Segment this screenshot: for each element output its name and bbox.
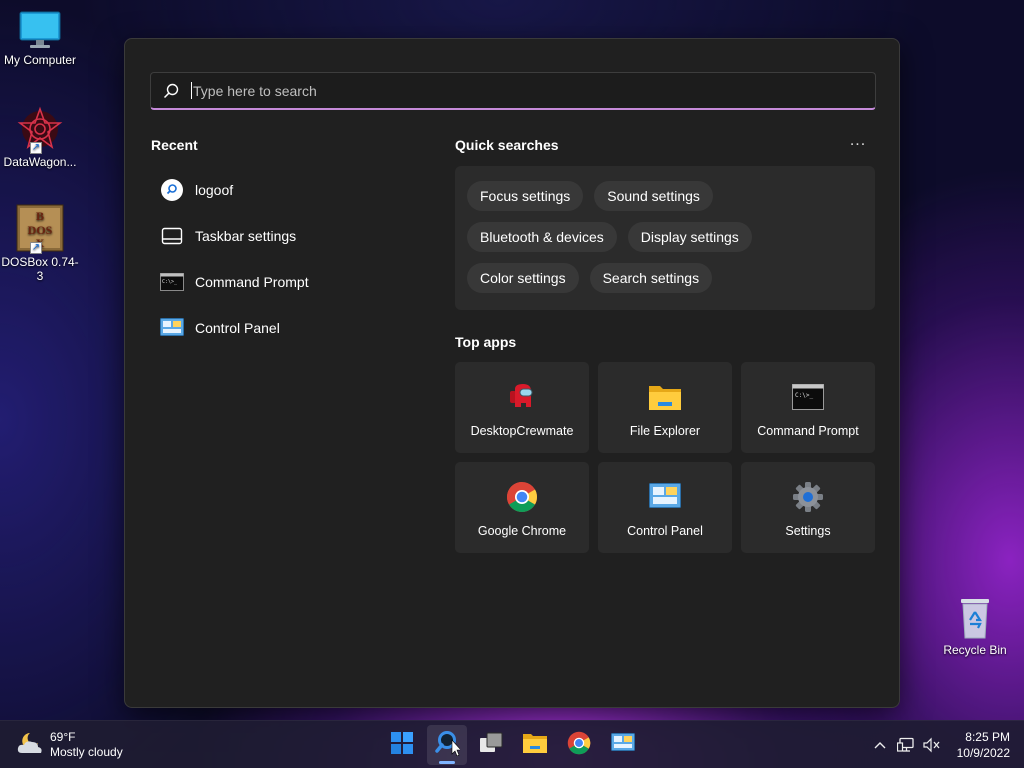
gear-icon	[791, 480, 825, 514]
recent-item-label: logoof	[195, 182, 234, 198]
search-icon	[159, 179, 185, 201]
command-prompt-icon: C:\>_	[791, 380, 825, 414]
text-caret	[191, 82, 192, 99]
control-panel-icon	[159, 317, 185, 339]
file-explorer-taskbar-button[interactable]	[515, 725, 555, 765]
app-tile-control-panel[interactable]: Control Panel	[598, 462, 732, 553]
cloud-moon-icon	[16, 731, 44, 760]
recent-title: Recent	[151, 137, 198, 153]
desktop-icon-my-computer[interactable]: My Computer	[0, 10, 80, 67]
folder-icon	[648, 380, 682, 414]
quick-searches-box: Focus settings Sound settings Bluetooth …	[455, 166, 875, 310]
datawagon-icon: ↗	[16, 106, 64, 154]
task-view-button[interactable]	[471, 725, 511, 765]
control-panel-icon	[611, 732, 635, 758]
command-prompt-icon: C:\>_	[159, 271, 185, 293]
app-tile-google-chrome[interactable]: Google Chrome	[455, 462, 589, 553]
windows-logo-icon	[391, 731, 413, 759]
control-panel-taskbar-button[interactable]	[603, 725, 643, 765]
app-tile-label: Control Panel	[627, 524, 703, 538]
network-icon[interactable]	[894, 733, 918, 757]
recent-item-label: Command Prompt	[195, 274, 309, 290]
weather-widget[interactable]: 69°F Mostly cloudy	[16, 730, 123, 760]
svg-text:C:\>_: C:\>_	[162, 279, 178, 285]
recent-item-control-panel[interactable]: Control Panel	[151, 305, 421, 351]
desktop-icon-dosbox[interactable]: B DOS X ↗ DOSBox 0.74-3	[0, 204, 80, 283]
start-button[interactable]	[382, 725, 422, 765]
desktop-icon-label: Recycle Bin	[943, 643, 1007, 657]
recent-item-label: Control Panel	[195, 320, 280, 336]
desktop-icon-datawagon[interactable]: ↗ DataWagon...	[0, 106, 80, 169]
desktop-icon-label: DataWagon...	[3, 155, 77, 169]
taskbar: 69°F Mostly cloudy 8:25 PM 10/9/2022	[0, 720, 1024, 768]
system-tray: 8:25 PM 10/9/2022	[867, 721, 1024, 768]
control-panel-icon	[648, 480, 682, 514]
app-tile-label: Google Chrome	[477, 524, 567, 538]
clock[interactable]: 8:25 PM 10/9/2022	[957, 729, 1010, 761]
svg-text:DOS: DOS	[28, 223, 53, 237]
volume-muted-icon[interactable]	[920, 733, 944, 757]
top-apps-title: Top apps	[455, 334, 517, 350]
recent-item-label: Taskbar settings	[195, 228, 297, 244]
clock-time: 8:25 PM	[965, 730, 1010, 744]
app-tile-label: Command Prompt	[757, 424, 859, 438]
quick-searches-title: Quick searches	[455, 137, 559, 153]
svg-text:B: B	[36, 209, 44, 223]
taskbar-icon	[159, 225, 185, 247]
top-apps-grid: DesktopCrewmate File Explorer C:\>_ Comm…	[455, 362, 875, 553]
task-view-icon	[479, 732, 503, 759]
chip-sound-settings[interactable]: Sound settings	[594, 181, 713, 211]
app-tile-command-prompt[interactable]: C:\>_ Command Prompt	[741, 362, 875, 453]
shortcut-arrow-icon: ↗	[30, 242, 42, 254]
desktop-icon-label: My Computer	[3, 53, 77, 67]
more-options-button[interactable]: ...	[845, 133, 871, 155]
search-input[interactable]	[193, 82, 875, 99]
search-taskbar-button[interactable]	[427, 725, 467, 765]
app-tile-label: DesktopCrewmate	[470, 424, 574, 438]
chip-focus-settings[interactable]: Focus settings	[467, 181, 584, 211]
svg-text:C:\>_: C:\>_	[795, 392, 813, 399]
chip-display-settings[interactable]: Display settings	[627, 222, 752, 252]
search-icon	[151, 83, 191, 99]
app-tile-label: Settings	[785, 524, 831, 538]
weather-temp: 69°F	[50, 730, 76, 744]
dosbox-icon: B DOS X ↗	[16, 204, 64, 254]
search-box[interactable]	[150, 72, 876, 110]
chip-color-settings[interactable]: Color settings	[467, 263, 579, 293]
app-tile-desktopcrewmate[interactable]: DesktopCrewmate	[455, 362, 589, 453]
recent-item-taskbar-settings[interactable]: Taskbar settings	[151, 213, 421, 259]
shortcut-arrow-icon: ↗	[30, 142, 42, 154]
chrome-icon	[505, 480, 539, 514]
chrome-icon	[567, 731, 591, 760]
recent-list: logoof Taskbar settings C:\>_ Command Pr…	[151, 167, 421, 351]
weather-condition: Mostly cloudy	[50, 745, 123, 759]
recent-item-command-prompt[interactable]: C:\>_ Command Prompt	[151, 259, 421, 305]
chip-search-settings[interactable]: Search settings	[589, 263, 713, 293]
recent-item-logoof[interactable]: logoof	[151, 167, 421, 213]
clock-date: 10/9/2022	[956, 746, 1010, 760]
desktop-icon-recycle-bin[interactable]: Recycle Bin	[935, 596, 1015, 657]
chevron-up-icon[interactable]	[868, 733, 892, 757]
monitor-icon	[18, 10, 62, 50]
crewmate-icon	[505, 380, 539, 414]
recycle-bin-icon	[955, 596, 995, 640]
app-tile-label: File Explorer	[629, 424, 701, 438]
search-panel: Recent Quick searches ... logoof Taskbar…	[124, 38, 900, 708]
app-tile-file-explorer[interactable]: File Explorer	[598, 362, 732, 453]
chip-bluetooth-devices[interactable]: Bluetooth & devices	[467, 222, 617, 252]
search-icon	[434, 730, 462, 761]
folder-icon	[522, 732, 548, 759]
chrome-taskbar-button[interactable]	[559, 725, 599, 765]
app-tile-settings[interactable]: Settings	[741, 462, 875, 553]
desktop-icon-label: DOSBox 0.74-3	[1, 255, 79, 283]
